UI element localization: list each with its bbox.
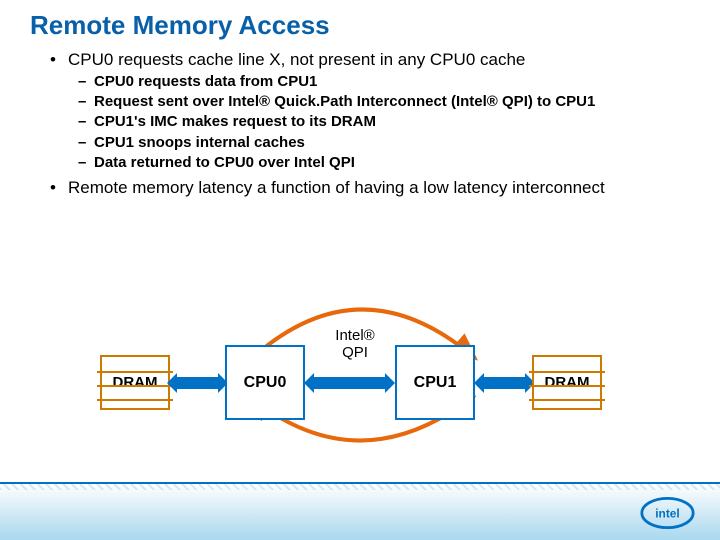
bus-qpi [312, 377, 387, 389]
sub-bullet-4: CPU1 snoops internal caches [78, 133, 690, 153]
cpu0-block: CPU0 [225, 345, 305, 420]
cpu1-block: CPU1 [395, 345, 475, 420]
intel-logo-icon: intel [640, 494, 695, 532]
bullet-1-text: CPU0 requests cache line X, not present … [68, 50, 525, 69]
footer-bar: intel [0, 482, 720, 540]
dram-left-label: DRAM [113, 374, 158, 391]
dram-right-block: DRAM [532, 355, 602, 410]
qpi-label: Intel® QPI [325, 327, 385, 361]
sub-bullet-1: CPU0 requests data from CPU1 [78, 72, 690, 92]
qpi-label-bottom: QPI [325, 344, 385, 361]
sub-bullet-2: Request sent over Intel® Quick.Path Inte… [78, 92, 690, 112]
sub-bullet-list: CPU0 requests data from CPU1 Request sen… [68, 72, 690, 173]
dram-right-label: DRAM [545, 374, 590, 391]
sub-bullet-5: Data returned to CPU0 over Intel QPI [78, 153, 690, 173]
bus-right [482, 377, 527, 389]
svg-text:intel: intel [655, 507, 679, 521]
bullet-list: CPU0 requests cache line X, not present … [30, 49, 690, 200]
cpu0-label: CPU0 [244, 374, 287, 392]
slide-title: Remote Memory Access [30, 10, 690, 41]
bus-left [175, 377, 220, 389]
bullet-2: Remote memory latency a function of havi… [50, 177, 690, 200]
bullet-1: CPU0 requests cache line X, not present … [50, 49, 690, 173]
sub-bullet-3: CPU1's IMC makes request to its DRAM [78, 112, 690, 132]
qpi-label-top: Intel® [325, 327, 385, 344]
dram-left-block: DRAM [100, 355, 170, 410]
cpu1-label: CPU1 [414, 374, 457, 392]
architecture-diagram: DRAM CPU0 Intel® QPI CPU1 DRAM [0, 300, 720, 480]
